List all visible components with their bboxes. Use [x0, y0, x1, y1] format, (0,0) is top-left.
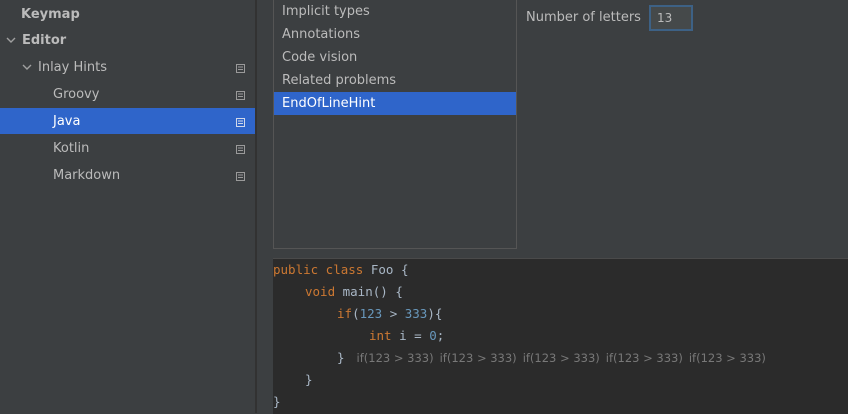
code-preview[interactable]: public class Foo { void main() { if(123 … — [273, 258, 848, 414]
inlay-hint: if(123 > 333) — [522, 351, 600, 365]
sidebar-item-label: Editor — [22, 32, 67, 48]
list-item-code-vision[interactable]: Code vision — [274, 46, 516, 69]
code-text: } — [305, 372, 313, 387]
list-item-label: Code vision — [282, 50, 358, 65]
code-text: } — [273, 394, 281, 409]
list-item-label: Implicit types — [282, 4, 370, 19]
list-item-label: Annotations — [282, 27, 361, 42]
inlay-hint: if(123 > 333) — [356, 351, 434, 365]
sidebar-item-label: Markdown — [53, 167, 121, 183]
code-keyword: int — [369, 328, 392, 343]
list-item-implicit-types[interactable]: Implicit types — [274, 0, 516, 23]
code-text: > — [382, 306, 405, 321]
list-item-related-problems[interactable]: Related problems — [274, 69, 516, 92]
sidebar-item-inlay-hints[interactable]: Inlay Hints — [0, 54, 255, 80]
code-text: main() { — [335, 284, 403, 299]
sidebar-item-java[interactable]: Java — [0, 108, 255, 134]
code-text: } — [337, 350, 345, 365]
project-settings-icon — [236, 143, 245, 154]
project-settings-icon — [236, 62, 245, 73]
settings-sidebar: Keymap Editor Inlay Hints Groovy Java Ko… — [0, 0, 255, 413]
chevron-down-icon[interactable] — [5, 34, 17, 46]
code-line: if(123 > 333){ — [337, 303, 442, 325]
inlay-hint: if(123 > 333) — [439, 351, 517, 365]
hint-types-list: Implicit types Annotations Code vision R… — [273, 0, 517, 249]
sidebar-item-label: Inlay Hints — [38, 59, 107, 75]
project-settings-icon — [236, 116, 245, 127]
sidebar-item-label: Java — [53, 113, 81, 129]
code-number: 123 — [359, 306, 383, 321]
sidebar-item-markdown[interactable]: Markdown — [0, 162, 255, 188]
list-item-annotations[interactable]: Annotations — [274, 23, 516, 46]
code-keyword: public class — [273, 262, 364, 277]
inlay-hint: if(123 > 333) — [688, 351, 766, 365]
number-of-letters-input[interactable] — [649, 5, 693, 31]
list-item-label: Related problems — [282, 73, 397, 88]
code-keyword: if — [337, 306, 353, 321]
code-line: void main() { — [305, 281, 403, 303]
settings-content: Implicit types Annotations Code vision R… — [257, 0, 848, 414]
chevron-down-icon[interactable] — [21, 61, 33, 73]
sidebar-item-groovy[interactable]: Groovy — [0, 81, 255, 107]
inlay-hint: if(123 > 333) — [605, 351, 683, 365]
project-settings-icon — [236, 89, 245, 100]
code-line: } — [305, 369, 313, 391]
code-text: ){ — [427, 306, 443, 321]
sidebar-item-editor[interactable]: Editor — [0, 27, 255, 53]
code-line: int i = 0; — [369, 325, 444, 347]
sidebar-item-label: Groovy — [53, 86, 100, 102]
sidebar-item-keymap[interactable]: Keymap — [0, 1, 255, 27]
code-text: Foo { — [363, 262, 409, 277]
code-text: ( — [352, 306, 360, 321]
project-settings-icon — [236, 170, 245, 181]
sidebar-item-label: Kotlin — [53, 140, 90, 156]
code-keyword: void — [305, 284, 336, 299]
code-number: 333 — [404, 306, 428, 321]
code-line: public class Foo { — [273, 259, 408, 281]
number-of-letters-label: Number of letters — [526, 10, 641, 25]
list-item-label: EndOfLineHint — [282, 96, 376, 111]
list-item-end-of-line-hint[interactable]: EndOfLineHint — [274, 92, 516, 115]
code-number: 0 — [429, 328, 437, 343]
sidebar-item-label: Keymap — [21, 6, 80, 22]
code-line: } if(123 > 333) if(123 > 333) if(123 > 333)… — [337, 347, 772, 369]
code-text: i = — [391, 328, 430, 343]
code-text: ; — [436, 328, 445, 343]
sidebar-item-kotlin[interactable]: Kotlin — [0, 135, 255, 161]
code-line: } — [273, 391, 281, 413]
